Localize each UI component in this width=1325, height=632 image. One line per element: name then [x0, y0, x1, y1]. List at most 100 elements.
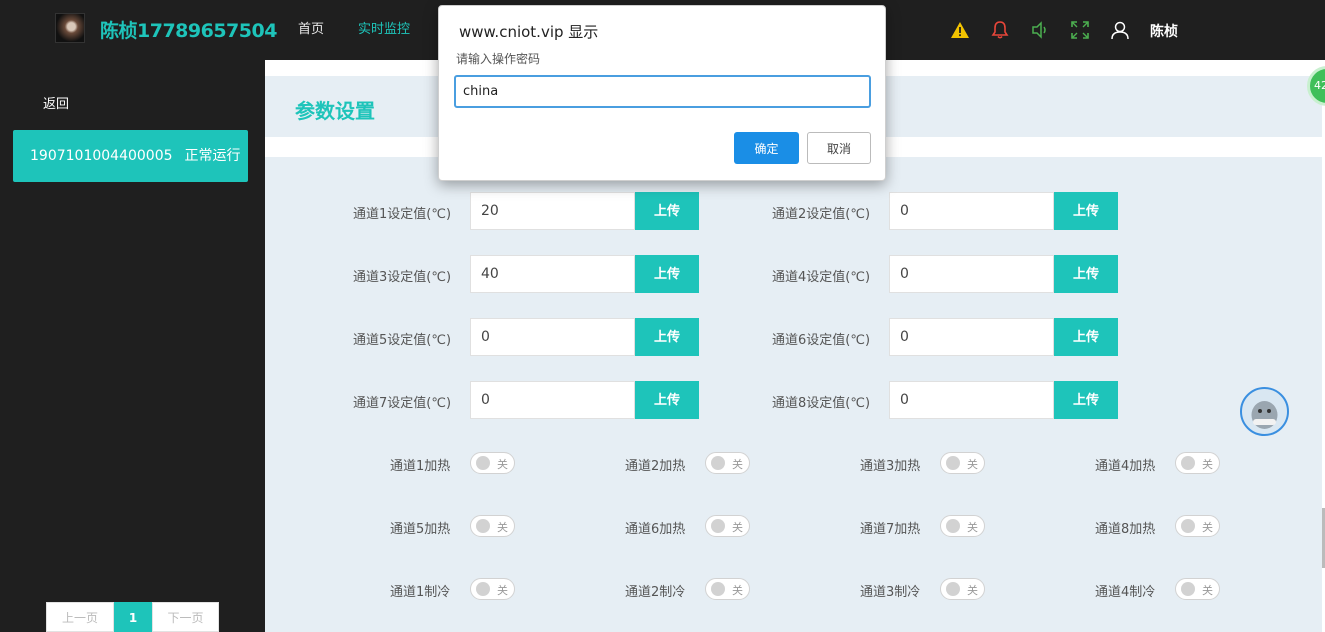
back-link[interactable]: 返回 [43, 93, 69, 112]
dialog-title: www.cniot.vip 显示 [459, 23, 599, 41]
current-page[interactable]: 1 [114, 602, 152, 632]
heat-toggle-ch2[interactable]: 关 [705, 452, 750, 474]
prompt-dialog: www.cniot.vip 显示 请输入操作密码 确定 取消 [438, 5, 886, 181]
switch-label: 通道4加热 [1095, 459, 1156, 474]
switch-label: 通道8加热 [1095, 522, 1156, 537]
toggle-state: 关 [732, 584, 743, 597]
setpoint-input-ch8[interactable] [889, 381, 1054, 419]
toggle-knob [711, 582, 725, 596]
setpoint-row: 通道1设定值(℃) 上传 通道2设定值(℃) 上传 [265, 192, 1322, 230]
setpoint-label: 通道5设定值(℃) [353, 333, 452, 348]
toggle-knob [1181, 519, 1195, 533]
setpoint-label: 通道1设定值(℃) [353, 207, 452, 222]
toggle-knob [946, 582, 960, 596]
sidebar: 返回 1907101004400005 正常运行 上一页 1 下一页 [0, 60, 265, 632]
avatar[interactable] [55, 13, 85, 43]
setpoint-label: 通道4设定值(℃) [772, 270, 871, 285]
toggle-knob [1181, 456, 1195, 470]
next-page-button[interactable]: 下一页 [152, 602, 219, 632]
toggle-knob [476, 582, 490, 596]
setpoint-input-ch6[interactable] [889, 318, 1054, 356]
setpoint-label: 通道8设定值(℃) [772, 396, 871, 411]
setpoint-input-ch7[interactable] [470, 381, 635, 419]
nav-home[interactable]: 首页 [298, 18, 324, 37]
prev-page-button[interactable]: 上一页 [46, 602, 114, 632]
user-icon[interactable] [1110, 20, 1130, 40]
switch-label: 通道7加热 [860, 522, 921, 537]
cool-toggle-ch3[interactable]: 关 [940, 578, 985, 600]
toggle-state: 关 [967, 458, 978, 471]
header-username: 陈桢17789657504 [100, 20, 277, 42]
chat-robot-icon[interactable] [1240, 387, 1289, 436]
device-list-item[interactable]: 1907101004400005 正常运行 [13, 130, 248, 182]
password-input[interactable] [454, 75, 871, 108]
toggle-state: 关 [497, 458, 508, 471]
setpoint-row: 通道5设定值(℃) 上传 通道6设定值(℃) 上传 [265, 318, 1322, 356]
nav-realtime-monitor[interactable]: 实时监控 [358, 18, 410, 37]
heat-toggle-ch8[interactable]: 关 [1175, 515, 1220, 537]
toggle-state: 关 [1202, 458, 1213, 471]
switch-label: 通道3制冷 [860, 585, 921, 600]
upload-button[interactable]: 上传 [1054, 318, 1118, 356]
toggle-knob [1181, 582, 1195, 596]
cancel-button[interactable]: 取消 [807, 132, 871, 164]
cool-toggle-ch1[interactable]: 关 [470, 578, 515, 600]
setpoint-input-ch4[interactable] [889, 255, 1054, 293]
setpoint-input-ch1[interactable] [470, 192, 635, 230]
cool-toggle-ch4[interactable]: 关 [1175, 578, 1220, 600]
toggle-knob [946, 456, 960, 470]
pagination: 上一页 1 下一页 [46, 602, 219, 632]
speaker-icon[interactable] [1030, 20, 1050, 40]
heat-toggle-ch3[interactable]: 关 [940, 452, 985, 474]
cool-toggle-ch2[interactable]: 关 [705, 578, 750, 600]
switch-label: 通道2加热 [625, 459, 686, 474]
upload-button[interactable]: 上传 [1054, 192, 1118, 230]
toggle-knob [476, 456, 490, 470]
section-title: 参数设置 [295, 99, 375, 123]
heat-toggle-ch6[interactable]: 关 [705, 515, 750, 537]
device-id: 1907101004400005 [30, 148, 173, 164]
upload-button[interactable]: 上传 [635, 192, 699, 230]
heat-toggle-ch7[interactable]: 关 [940, 515, 985, 537]
bell-icon[interactable] [990, 20, 1010, 40]
switch-label: 通道2制冷 [625, 585, 686, 600]
upload-button[interactable]: 上传 [635, 255, 699, 293]
setpoint-row: 通道7设定值(℃) 上传 通道8设定值(℃) 上传 [265, 381, 1322, 419]
switch-label: 通道1制冷 [390, 585, 451, 600]
toggle-state: 关 [967, 521, 978, 534]
header-user-name[interactable]: 陈桢 [1150, 21, 1178, 41]
robot-icon [1251, 401, 1278, 429]
toggle-state: 关 [732, 521, 743, 534]
toggle-state: 关 [732, 458, 743, 471]
fullscreen-icon[interactable] [1070, 20, 1090, 40]
toggle-knob [711, 456, 725, 470]
toggle-state: 关 [497, 521, 508, 534]
warning-icon[interactable] [950, 20, 970, 40]
setpoint-label: 通道3设定值(℃) [353, 270, 452, 285]
toggle-knob [711, 519, 725, 533]
setpoint-input-ch2[interactable] [889, 192, 1054, 230]
upload-button[interactable]: 上传 [1054, 381, 1118, 419]
upload-button[interactable]: 上传 [635, 318, 699, 356]
setpoint-input-ch5[interactable] [470, 318, 635, 356]
upload-button[interactable]: 上传 [1054, 255, 1118, 293]
toggle-state: 关 [1202, 521, 1213, 534]
dialog-message: 请输入操作密码 [456, 52, 541, 66]
setpoint-input-ch3[interactable] [470, 255, 635, 293]
switch-label: 通道1加热 [390, 459, 451, 474]
ok-button[interactable]: 确定 [734, 132, 799, 164]
setpoint-label: 通道6设定值(℃) [772, 333, 871, 348]
switch-label: 通道3加热 [860, 459, 921, 474]
setpoint-label: 通道2设定值(℃) [772, 207, 871, 222]
heat-toggle-ch1[interactable]: 关 [470, 452, 515, 474]
upload-button[interactable]: 上传 [635, 381, 699, 419]
toggle-state: 关 [1202, 584, 1213, 597]
heat-toggle-ch5[interactable]: 关 [470, 515, 515, 537]
setpoint-label: 通道7设定值(℃) [353, 396, 452, 411]
switch-label: 通道5加热 [390, 522, 451, 537]
toggle-knob [946, 519, 960, 533]
toggle-state: 关 [967, 584, 978, 597]
heat-toggle-ch4[interactable]: 关 [1175, 452, 1220, 474]
switch-label: 通道6加热 [625, 522, 686, 537]
switch-label: 通道4制冷 [1095, 585, 1156, 600]
